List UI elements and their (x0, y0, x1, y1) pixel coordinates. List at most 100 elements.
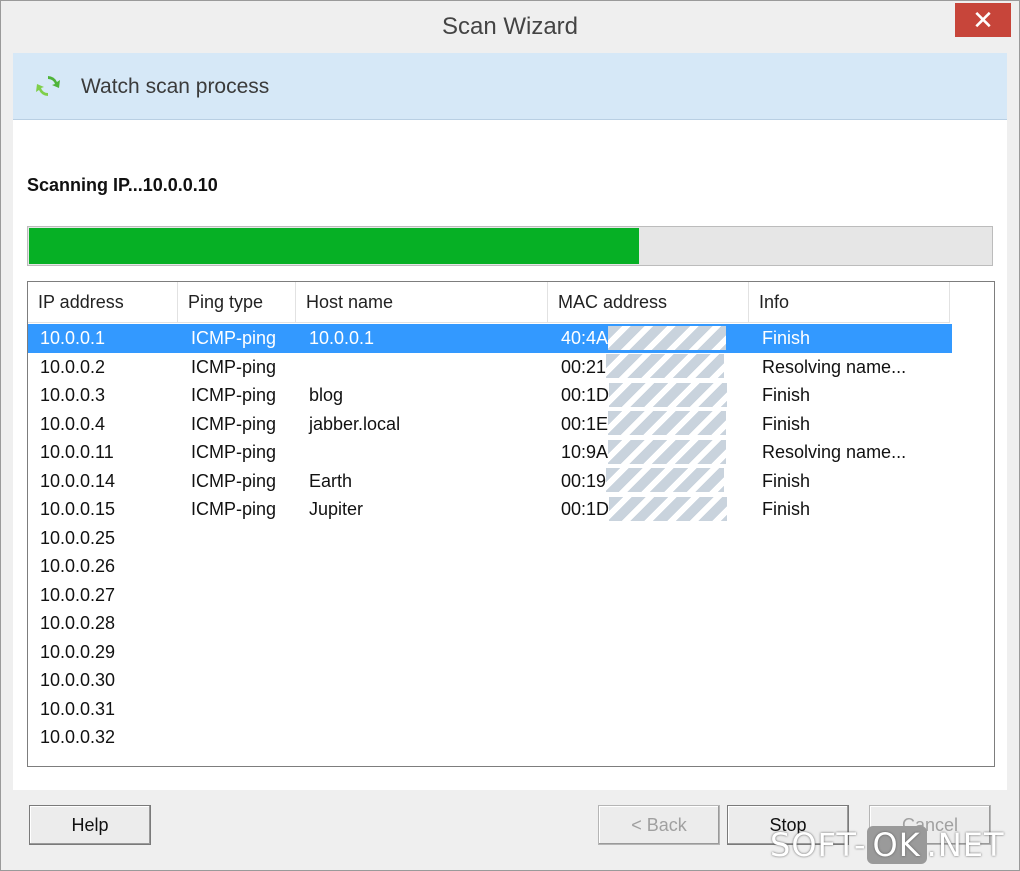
cell-info-text: Finish (762, 328, 811, 348)
watermark-box: OK (866, 826, 927, 864)
cell-ip-text: 10.0.0.32 (40, 727, 116, 747)
cell-host-name: blog (309, 381, 343, 409)
redacted-mac-mask (609, 496, 728, 521)
cell-ping-type-text: ICMP-ping (191, 442, 277, 462)
close-button[interactable]: ✕ (955, 3, 1011, 37)
cell-ip-text: 10.0.0.1 (40, 328, 106, 348)
cell-ip-text: 10.0.0.27 (40, 584, 116, 605)
cell-ip-text: 10.0.0.3 (40, 385, 106, 405)
table-row[interactable]: 10.0.0.15 ICMP-ping Jupiter 00:1D Finish (28, 495, 994, 524)
table-row[interactable]: 10.0.0.14 ICMP-ping Earth 00:19 Finish (28, 467, 994, 496)
cell-ip: 10.0.0.29 (40, 638, 115, 666)
table-row[interactable]: 10.0.0.31 (28, 695, 994, 724)
back-button[interactable]: < Back (598, 805, 720, 845)
cell-info: Finish (762, 495, 810, 523)
title-bar: Scan Wizard ✕ (1, 1, 1019, 53)
redacted-mac-mask (606, 468, 725, 493)
cell-info-text: Finish (762, 499, 811, 519)
cell-mac-address-text: 00:19 (561, 470, 607, 491)
cell-ip: 10.0.0.1 (40, 324, 105, 352)
watermark-left: SOFT- (770, 826, 867, 864)
table-row[interactable]: 10.0.0.25 (28, 524, 994, 553)
table-row[interactable]: 10.0.0.2 ICMP-ping 00:21 Resolving name... (28, 353, 994, 382)
cell-mac-address-text: 40:4A (561, 328, 609, 348)
cell-ip-text: 10.0.0.4 (40, 413, 106, 434)
cell-info: Resolving name... (762, 353, 906, 381)
cell-ip: 10.0.0.4 (40, 410, 105, 438)
redacted-mac-mask (608, 439, 727, 464)
cell-info: Finish (762, 324, 810, 352)
redacted-mac-mask (608, 325, 727, 350)
cell-ip: 10.0.0.32 (40, 723, 115, 751)
cell-host-name: Jupiter (309, 495, 363, 523)
cell-ip-text: 10.0.0.30 (40, 670, 116, 690)
column-info[interactable]: Info (749, 282, 950, 322)
table-row[interactable]: 10.0.0.3 ICMP-ping blog 00:1D Finish (28, 381, 994, 410)
cell-ping-type: ICMP-ping (191, 495, 276, 523)
cell-mac-address: 10:9A (561, 438, 727, 466)
column-ping-type[interactable]: Ping type (178, 282, 296, 322)
table-row[interactable]: 10.0.0.4 ICMP-ping jabber.local 00:1E Finish (28, 410, 994, 439)
cell-ping-type-text: ICMP-ping (191, 413, 277, 434)
cell-host-name: 10.0.0.1 (309, 324, 374, 352)
window-title: Scan Wizard (441, 13, 579, 40)
cell-info-text: Resolving name... (762, 356, 907, 377)
table-row[interactable]: 10.0.0.29 (28, 638, 994, 667)
table-row[interactable]: 10.0.0.27 (28, 581, 994, 610)
table-row[interactable]: 10.0.0.32 (28, 723, 994, 752)
cell-ip: 10.0.0.25 (40, 524, 115, 552)
list-header: IP address Ping type Host name MAC addre… (28, 282, 950, 323)
cell-ip: 10.0.0.3 (40, 381, 105, 409)
cell-ping-type-text: ICMP-ping (191, 328, 277, 348)
cell-host-name: jabber.local (309, 410, 400, 438)
table-row[interactable]: 10.0.0.26 (28, 552, 994, 581)
cell-info-text: Finish (762, 385, 811, 405)
scan-results-list[interactable]: IP address Ping type Host name MAC addre… (27, 281, 995, 767)
cell-info: Finish (762, 410, 810, 438)
redacted-mac-mask (606, 354, 725, 379)
cell-ip-text: 10.0.0.15 (40, 499, 116, 519)
cell-ip-text: 10.0.0.29 (40, 641, 116, 662)
cell-ip: 10.0.0.14 (40, 467, 115, 495)
cell-info: Finish (762, 381, 810, 409)
header-title: Watch scan process (81, 75, 270, 98)
cell-ip-text: 10.0.0.28 (40, 613, 116, 633)
column-mac-address[interactable]: MAC address (548, 282, 749, 322)
cell-ip-text: 10.0.0.31 (40, 698, 116, 719)
table-row[interactable]: 10.0.0.30 (28, 666, 994, 695)
cell-mac-address-text: 00:21 (561, 356, 607, 377)
cell-info: Resolving name... (762, 438, 906, 466)
cell-ip-text: 10.0.0.25 (40, 527, 116, 548)
cell-ping-type: ICMP-ping (191, 467, 276, 495)
watermark: SOFT- OK .NET (770, 826, 1005, 864)
cell-mac-address: 00:19 (561, 467, 725, 495)
cell-ping-type: ICMP-ping (191, 381, 276, 409)
cell-ip: 10.0.0.30 (40, 666, 115, 694)
cell-ip: 10.0.0.31 (40, 695, 115, 723)
wizard-content: Scanning IP...10.0.0.10 IP address Ping … (13, 120, 1007, 790)
table-row[interactable]: 10.0.0.11 ICMP-ping 10:9A Resolving name... (28, 438, 994, 467)
cell-ip: 10.0.0.2 (40, 353, 105, 381)
redacted-mac-mask (609, 382, 728, 407)
scan-wizard-window: Scan Wizard ✕ Watch scan process Scannin… (0, 0, 1020, 871)
cell-ping-type-text: ICMP-ping (191, 356, 277, 377)
cell-ping-type: ICMP-ping (191, 353, 276, 381)
table-row[interactable]: 10.0.0.28 (28, 609, 994, 638)
cell-ping-type-text: ICMP-ping (191, 499, 277, 519)
cell-ip: 10.0.0.26 (40, 552, 115, 580)
table-row[interactable]: 10.0.0.1 ICMP-ping 10.0.0.1 40:4A Finish (28, 324, 952, 353)
help-button[interactable]: Help (29, 805, 151, 845)
cell-info-text: Finish (762, 470, 811, 491)
wizard-header: Watch scan process (13, 53, 1007, 120)
cell-info-text: Resolving name... (762, 442, 907, 462)
cell-ping-type: ICMP-ping (191, 438, 276, 466)
column-ip-address[interactable]: IP address (28, 282, 178, 322)
cell-mac-address: 40:4A (561, 324, 727, 352)
cell-ip: 10.0.0.27 (40, 581, 115, 609)
cell-ip-text: 10.0.0.11 (40, 442, 114, 462)
column-host-name[interactable]: Host name (296, 282, 548, 322)
cell-host-name-text: jabber.local (309, 413, 401, 434)
cell-mac-address: 00:1D (561, 495, 728, 523)
cell-host-name: Earth (309, 467, 352, 495)
progress-fill (29, 228, 640, 264)
